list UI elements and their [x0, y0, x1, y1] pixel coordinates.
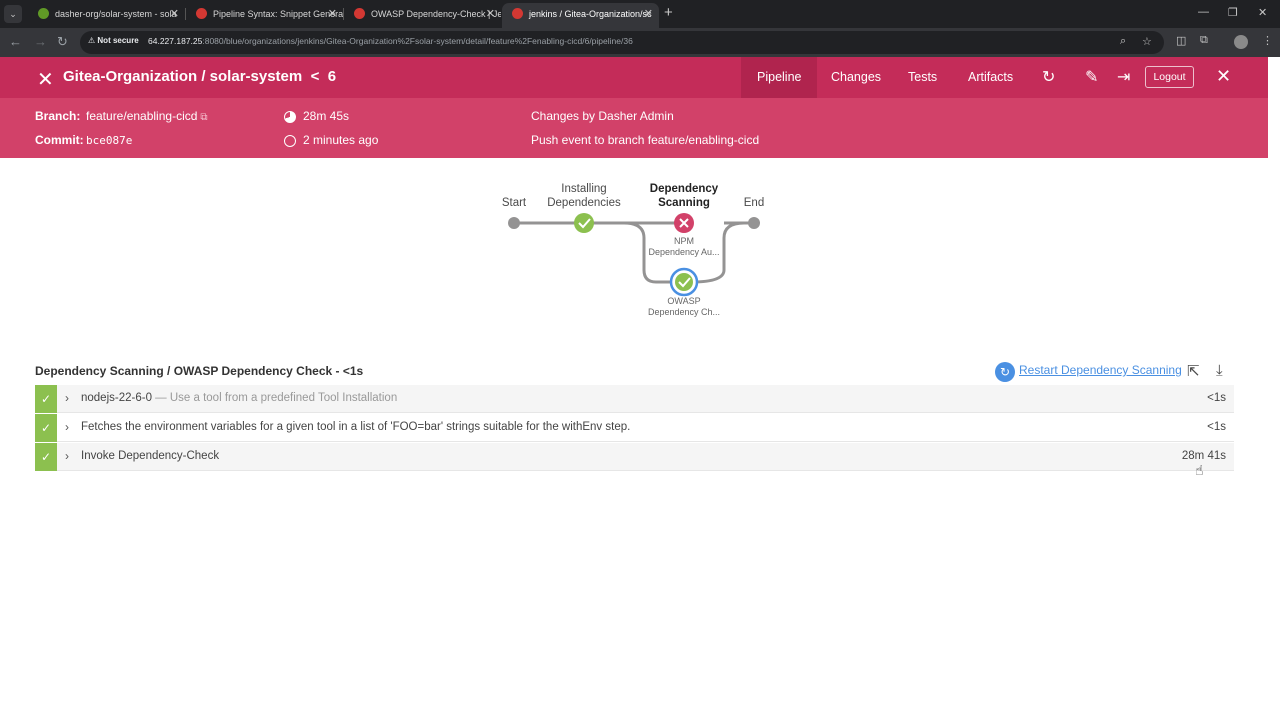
end-node[interactable] — [748, 217, 760, 229]
step-row[interactable]: ✓ › Invoke Dependency-Check 28m 41s — [35, 443, 1234, 471]
tab-close-icon[interactable]: ✕ — [486, 3, 495, 25]
profile-avatar[interactable] — [1234, 35, 1248, 49]
close-icon[interactable]: ✕ — [1216, 66, 1231, 87]
owasp-label: OWASP Dependency Ch... — [647, 296, 721, 317]
installing-dependencies-node[interactable] — [574, 213, 594, 233]
branch-link[interactable]: feature/enabling-cicd ⧉ — [86, 109, 208, 123]
start-node[interactable] — [508, 217, 520, 229]
url-text: 64.227.187.25:8080/blue/organizations/je… — [148, 36, 633, 46]
restart-icon: ↻ — [995, 362, 1015, 382]
minimize-icon[interactable]: — — [1198, 6, 1209, 18]
success-check-icon: ✓ — [35, 414, 57, 442]
browser-tab-2[interactable]: Pipeline Syntax: Snippet Genera ✕ — [186, 3, 343, 28]
extensions-icon[interactable]: ⧉ — [1200, 34, 1208, 47]
changes-by: Changes by Dasher Admin — [531, 109, 674, 123]
bookmark-star-icon[interactable]: ☆ — [1142, 35, 1152, 48]
success-check-icon: ✓ — [35, 385, 57, 413]
owasp-dependency-check-node[interactable] — [675, 273, 693, 291]
step-duration: <1s — [1207, 392, 1226, 404]
tab-close-icon[interactable]: ✕ — [644, 3, 653, 25]
back-icon[interactable]: ← — [9, 34, 22, 49]
external-link-icon: ⧉ — [200, 112, 208, 123]
step-row[interactable]: ✓ › Fetches the environment variables fo… — [35, 414, 1234, 442]
run-header: ✕ Gitea-Organization / solar-system < 6 … — [0, 57, 1268, 158]
reload-icon[interactable]: ↻ — [57, 34, 68, 50]
chevron-right-icon[interactable]: › — [65, 449, 69, 463]
tab-artifacts[interactable]: Artifacts — [952, 57, 1029, 98]
tab-close-icon[interactable]: ✕ — [328, 3, 337, 25]
step-name: Fetches the environment variables for a … — [81, 421, 631, 433]
branch-label: Branch: — [35, 109, 81, 123]
tab-title: dasher-org/solar-system - sola — [55, 9, 177, 19]
duration-icon — [284, 111, 296, 123]
end-label: End — [743, 197, 765, 209]
browser-tab-4[interactable]: jenkins / Gitea-Organization/sc ✕ — [502, 3, 659, 28]
rerun-icon[interactable]: ↻ — [1042, 67, 1055, 87]
tab-title: Pipeline Syntax: Snippet Genera — [213, 9, 343, 19]
browser-address-bar: ← → ↻ ⚠ Not secure 64.227.187.25:8080/bl… — [0, 28, 1280, 57]
gitea-favicon-icon — [38, 8, 49, 19]
tab-close-icon[interactable]: ✕ — [170, 3, 179, 25]
zoom-icon[interactable]: ⌕ — [1120, 35, 1126, 48]
url-input[interactable]: ⚠ Not secure 64.227.187.25:8080/blue/org… — [80, 31, 1164, 54]
npm-label: NPM Dependency Au... — [648, 236, 720, 257]
tab-search-icon[interactable]: ⌄ — [4, 5, 22, 23]
not-secure-badge[interactable]: ⚠ Not secure — [88, 36, 139, 45]
browser-menu-icon[interactable]: ⋮ — [1262, 34, 1273, 47]
hand-cursor-icon: ☝ — [1195, 462, 1204, 478]
trigger-cause: Push event to branch feature/enabling-ci… — [531, 133, 760, 147]
jenkins-favicon-icon — [354, 8, 365, 19]
browser-tab-bar: ⌄ dasher-org/solar-system - sola ✕ Pipel… — [0, 0, 1280, 28]
step-name: Invoke Dependency-Check — [81, 450, 220, 462]
chevron-right-icon[interactable]: › — [65, 420, 69, 434]
restore-icon[interactable]: ❐ — [1228, 6, 1238, 19]
tab-title: OWASP Dependency-Check | Je — [371, 9, 501, 19]
commit-hash: bce087e — [86, 134, 133, 147]
edit-pencil-icon[interactable]: ✎ — [1085, 67, 1098, 87]
browser-tab-1[interactable]: dasher-org/solar-system - sola ✕ — [28, 3, 185, 28]
step-duration: 28m 41s — [1181, 450, 1226, 462]
close-run-icon[interactable]: ✕ — [37, 67, 54, 92]
download-icon[interactable]: ⤓ — [1216, 362, 1223, 379]
step-section-title: Dependency Scanning / OWASP Dependency C… — [35, 364, 364, 378]
step-duration: <1s — [1207, 421, 1226, 433]
run-time-ago: 2 minutes ago — [303, 133, 379, 147]
start-label: Start — [501, 197, 527, 209]
restart-label: Restart Dependency Scanning — [1019, 363, 1182, 377]
tab-title: jenkins / Gitea-Organization/sc — [529, 9, 652, 19]
page-title: Gitea-Organization / solar-system < 6 — [63, 68, 337, 85]
step-row[interactable]: ✓ › nodejs-22-6-0 — Use a tool from a pr… — [35, 385, 1234, 413]
tab-changes[interactable]: Changes — [815, 57, 897, 98]
tab-pipeline[interactable]: Pipeline — [741, 57, 818, 98]
open-external-icon[interactable]: ⇱ — [1187, 362, 1200, 380]
success-check-icon: ✓ — [35, 443, 57, 471]
classic-ui-exit-icon[interactable]: ⇥ — [1117, 67, 1130, 87]
installing-label: Installing Dependencies — [547, 183, 621, 209]
dependency-scanning-label: Dependency Scanning — [649, 183, 719, 209]
step-name: nodejs-22-6-0 — Use a tool from a predef… — [81, 392, 398, 404]
extension-badge-icon[interactable]: ◫ — [1176, 34, 1186, 47]
commit-label: Commit: — [35, 133, 84, 147]
new-tab-icon[interactable]: + — [664, 4, 673, 21]
browser-tab-3[interactable]: OWASP Dependency-Check | Je ✕ — [344, 3, 501, 28]
forward-icon[interactable]: → — [34, 34, 47, 49]
clock-icon — [284, 135, 296, 147]
jenkins-favicon-icon — [512, 8, 523, 19]
run-duration: 28m 45s — [303, 109, 350, 123]
jenkins-favicon-icon — [196, 8, 207, 19]
tab-tests[interactable]: Tests — [892, 57, 953, 98]
window-close-icon[interactable]: ✕ — [1258, 6, 1267, 19]
chevron-right-icon[interactable]: › — [65, 391, 69, 405]
logout-button[interactable]: Logout — [1145, 66, 1194, 88]
run-header-topbar: ✕ Gitea-Organization / solar-system < 6 … — [0, 57, 1268, 98]
